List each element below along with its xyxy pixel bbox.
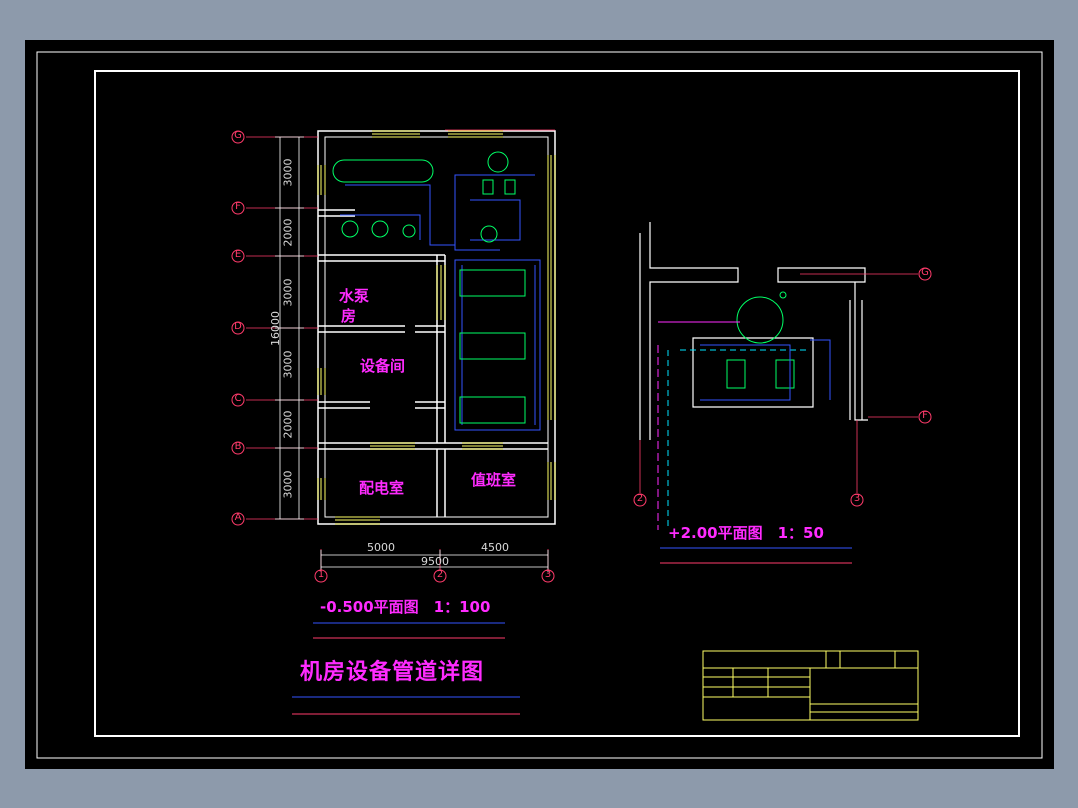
detail-pipes [657, 321, 831, 530]
room-label-duty: 值班室 [471, 471, 517, 489]
axis-label-1: 1 [317, 569, 325, 580]
axis-label-a: A [234, 512, 242, 523]
detail-axis-2: 2 [636, 493, 644, 504]
room-label-pump-2: 房 [341, 307, 357, 325]
pipes [340, 174, 541, 431]
detail-axis-g: G [921, 267, 929, 278]
room-label-equipment: 设备间 [360, 357, 406, 375]
dim-v-total: 16000 [269, 311, 282, 346]
detail-plan-title: +2.00平面图 1：50 [668, 524, 824, 542]
dim-v-5: 2000 [281, 410, 295, 439]
detail-plan [639, 222, 868, 440]
drawing-title: 机房设备管道详图 [300, 660, 485, 685]
dim-h-total: 9500 [421, 555, 449, 568]
main-plan-title: -0.500平面图 1：100 [320, 598, 491, 616]
axis-label-e: E [234, 249, 242, 260]
axis-label-3: 3 [544, 569, 552, 580]
dim-v-6: 3000 [281, 470, 295, 499]
cad-drawing [36, 51, 1043, 759]
dimensions [275, 136, 549, 572]
room-label-power: 配电室 [359, 479, 405, 497]
title-block [702, 650, 919, 721]
dim-v-1: 3000 [281, 158, 295, 187]
dim-v-4: 3000 [281, 350, 295, 379]
axis-label-c: C [234, 393, 242, 404]
room-label-pump-1: 水泵 [339, 287, 370, 305]
main-plan [317, 130, 556, 525]
axis-label-b: B [234, 441, 242, 452]
axis-label-g: G [234, 130, 242, 141]
axis-label-f: F [235, 201, 241, 212]
dim-v-3: 3000 [281, 278, 295, 307]
detail-axis-3: 3 [853, 493, 861, 504]
axis-label-2: 2 [436, 569, 444, 580]
dim-v-2: 2000 [281, 218, 295, 247]
detail-axis-f: F [922, 410, 928, 421]
dim-h-1: 5000 [367, 541, 395, 554]
axis-label-d: D [234, 321, 242, 332]
detail-equipment [726, 291, 795, 389]
dim-h-2: 4500 [481, 541, 509, 554]
